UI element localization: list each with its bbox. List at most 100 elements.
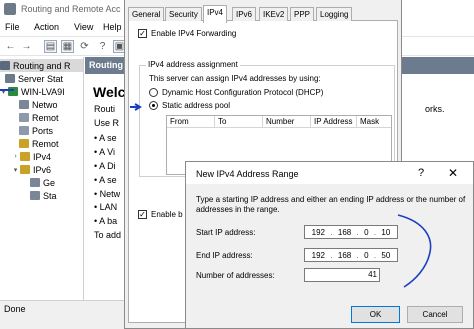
tree-item-label: Ge [43, 177, 56, 188]
tree-item-server[interactable]: ▾ WIN-LVA9I [0, 85, 65, 98]
refresh-icon[interactable]: ⟳ [78, 40, 91, 53]
cancel-button[interactable]: Cancel [407, 306, 463, 323]
column-to[interactable]: To [215, 116, 263, 128]
server-running-icon [8, 87, 18, 96]
column-from[interactable]: From [167, 116, 215, 128]
column-number[interactable]: Number [263, 116, 311, 128]
folder-icon [20, 152, 30, 161]
expand-arrow-icon[interactable]: ▾ [0, 88, 7, 96]
tree-item-network-interfaces[interactable]: Netwo [19, 98, 58, 111]
tree-item-remote-access-logging[interactable]: Remot [19, 137, 59, 150]
start-ip-label: Start IP address: [196, 228, 256, 237]
forward-arrow-icon[interactable]: → [20, 40, 33, 53]
tab-ikev2[interactable]: IKEv2 [259, 7, 289, 22]
ip-octet[interactable]: 168 [338, 228, 351, 237]
tab-ipv6[interactable]: IPv6 [232, 7, 257, 22]
content-line: To add [94, 230, 122, 240]
start-ip-input[interactable]: 192. 168. 0. 10 [304, 225, 398, 239]
tab-security[interactable]: Security [165, 7, 202, 22]
tree-item-label: IPv6 [33, 164, 52, 175]
ip-dot: . [330, 227, 333, 237]
content-line: • LAN [94, 202, 118, 212]
enable-ipv4-forwarding-checkbox[interactable]: ✓ Enable IPv4 Forwarding [138, 29, 236, 38]
ip-octet[interactable]: 192 [312, 251, 325, 260]
dialog-titlebar: New IPv4 Address Range ? ✕ [186, 162, 473, 184]
general-icon [30, 178, 40, 187]
tree-item-static-routes[interactable]: Sta [30, 189, 57, 202]
tree-item-general[interactable]: Ge [30, 176, 55, 189]
tab-strip: General Security IPv4 IPv6 IKEv2 PPP Log… [128, 5, 398, 23]
collapse-arrow-icon[interactable]: ▾ [12, 166, 19, 174]
radio-static-pool[interactable]: Static address pool [149, 101, 230, 110]
status-text: Done [4, 304, 26, 314]
ip-octet[interactable]: 0 [364, 251, 368, 260]
menu-help[interactable]: Help [103, 22, 122, 32]
tree-item-label: Ports [32, 125, 54, 136]
close-icon[interactable]: ✕ [448, 166, 458, 180]
tree-item-label: IPv4 [33, 151, 52, 162]
tree-item-label: Remot [32, 112, 59, 123]
radio-button-selected[interactable] [149, 101, 158, 110]
tab-ppp[interactable]: PPP [290, 7, 315, 22]
content-line: • A Vi [94, 147, 116, 157]
show-tree-icon[interactable]: ▤ [44, 40, 57, 53]
group-title: IPv4 address assignment [146, 60, 240, 69]
help-icon[interactable]: ? [96, 40, 109, 53]
ip-octet[interactable]: 10 [381, 228, 390, 237]
content-line: • A ba [94, 216, 118, 226]
checkbox-box[interactable]: ✓ [138, 210, 147, 219]
tree-item-ports[interactable]: Ports [19, 124, 53, 137]
help-icon[interactable]: ? [418, 167, 424, 179]
content-line: Routi [94, 104, 116, 114]
tab-logging[interactable]: Logging [316, 7, 353, 22]
table-header: From To Number IP Address Mask [167, 116, 391, 128]
tree-item-label: Netwo [32, 99, 58, 110]
tree-item-ipv4[interactable]: › IPv4 [12, 150, 51, 163]
ip-dot: . [373, 227, 377, 237]
enable-broadcast-checkbox[interactable]: ✓ Enable b [138, 210, 183, 219]
checkbox-box[interactable]: ✓ [138, 29, 147, 38]
tab-general[interactable]: General [128, 7, 165, 22]
details-header-label: Routing [89, 60, 123, 70]
console-tree: Routing and R Server Stat ▾ WIN-LVA9I Ne… [0, 57, 84, 300]
new-ipv4-address-range-dialog: New IPv4 Address Range ? ✕ Type a starti… [185, 161, 474, 329]
content-line: Use R [94, 118, 120, 128]
server-status-icon [5, 74, 15, 83]
menu-view[interactable]: View [74, 22, 93, 32]
column-mask[interactable]: Mask [357, 116, 391, 128]
ip-dot: . [356, 227, 359, 237]
tree-item-server-status[interactable]: Server Stat [5, 72, 63, 85]
ip-octet[interactable]: 50 [381, 251, 390, 260]
back-arrow-icon[interactable]: ← [4, 40, 17, 53]
end-ip-input[interactable]: 192. 168. 0. 50 [304, 248, 398, 262]
end-ip-label: End IP address: [196, 251, 253, 260]
tree-item-ipv6[interactable]: ▾ IPv6 [12, 163, 51, 176]
menu-action[interactable]: Action [34, 22, 59, 32]
folder-icon [20, 165, 30, 174]
ip-dot: . [330, 250, 333, 260]
content-line: • A se [94, 133, 117, 143]
tree-item-label: WIN-LVA9I [21, 86, 65, 97]
tree-item-routing-root[interactable]: Routing and R [0, 59, 83, 72]
ip-octet[interactable]: 0 [364, 228, 368, 237]
tab-ipv4[interactable]: IPv4 [203, 5, 228, 23]
properties-icon[interactable]: ▦ [61, 40, 74, 53]
ok-button[interactable]: OK [351, 306, 400, 323]
logging-folder-icon [19, 139, 29, 148]
ip-octet[interactable]: 192 [312, 228, 325, 237]
tree-item-label: Sta [43, 190, 57, 201]
dialog-title: New IPv4 Address Range [196, 169, 299, 179]
ip-octet[interactable]: 168 [338, 251, 351, 260]
expand-arrow-icon[interactable]: › [12, 153, 19, 160]
ports-icon [19, 126, 29, 135]
radio-label: Dynamic Host Configuration Protocol (DHC… [162, 88, 324, 97]
radio-dhcp[interactable]: Dynamic Host Configuration Protocol (DHC… [149, 88, 323, 97]
menu-file[interactable]: File [5, 22, 20, 32]
ip-dot: . [356, 250, 359, 260]
number-of-addresses-label: Number of addresses: [196, 271, 275, 280]
tree-item-remote-clients[interactable]: Remot [19, 111, 59, 124]
number-of-addresses-input[interactable]: 41 [304, 268, 380, 282]
radio-button[interactable] [149, 88, 158, 97]
column-ip-address[interactable]: IP Address [311, 116, 357, 128]
dialog-instructions: Type a starting IP address and either an… [196, 195, 466, 214]
